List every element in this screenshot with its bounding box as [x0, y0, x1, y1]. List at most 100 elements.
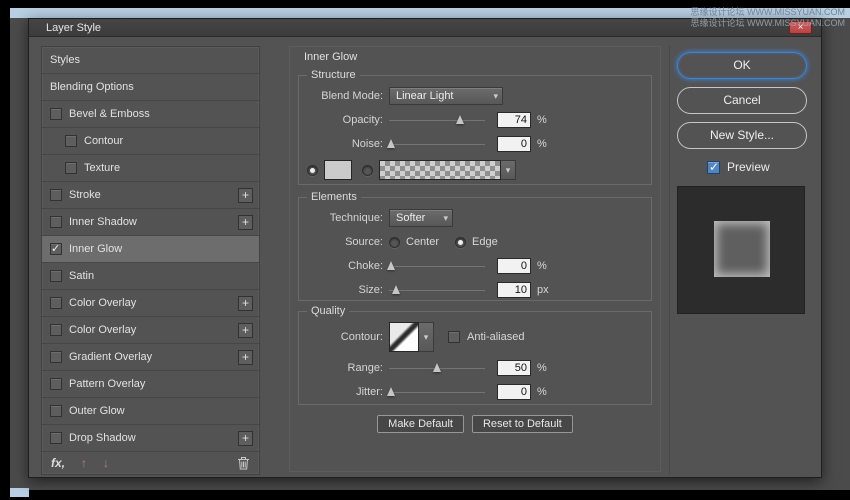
blend-mode-select[interactable]: Linear Light — [389, 87, 503, 105]
jitter-slider[interactable] — [386, 384, 485, 400]
style-list-item[interactable]: Color Overlay + — [42, 317, 259, 344]
style-list-item[interactable]: Inner Shadow + — [42, 209, 259, 236]
style-item-label: Outer Glow — [69, 405, 125, 417]
style-item-label: Inner Glow — [69, 243, 123, 255]
size-slider[interactable] — [389, 282, 485, 298]
style-enable-checkbox[interactable] — [50, 216, 62, 228]
slider-thumb[interactable] — [386, 261, 395, 270]
group-legend: Quality — [307, 305, 350, 317]
range-row: Range: % — [307, 358, 643, 378]
style-list-item[interactable]: Satin — [42, 263, 259, 290]
size-row: Size: px — [307, 280, 643, 300]
action-column: OK Cancel New Style... Preview — [677, 46, 809, 314]
style-enable-checkbox[interactable] — [50, 108, 62, 120]
jitter-row: Jitter: % — [307, 382, 643, 402]
add-effect-button[interactable]: + — [238, 430, 253, 446]
slider-track — [389, 392, 485, 393]
jitter-input[interactable] — [497, 384, 531, 400]
contour-picker[interactable] — [389, 322, 419, 352]
slider-thumb[interactable] — [456, 115, 465, 124]
style-enable-checkbox[interactable] — [50, 189, 62, 201]
style-list-item[interactable]: Styles — [42, 47, 259, 74]
style-enable-checkbox[interactable] — [50, 351, 62, 363]
style-item-label: Drop Shadow — [69, 432, 136, 444]
source-center-radio[interactable] — [389, 236, 400, 248]
style-list-item[interactable]: Gradient Overlay + — [42, 344, 259, 371]
chevron-down-icon[interactable] — [501, 160, 516, 180]
contour-label: Contour: — [340, 331, 383, 343]
style-item-label: Texture — [84, 162, 121, 174]
slider-thumb[interactable] — [386, 387, 395, 396]
noise-input[interactable] — [497, 136, 531, 152]
glow-color-swatch[interactable] — [324, 160, 352, 180]
style-enable-checkbox[interactable] — [50, 242, 62, 255]
range-label: Range: — [347, 362, 383, 374]
size-input[interactable] — [497, 282, 531, 298]
style-list-item[interactable]: Outer Glow — [42, 398, 259, 425]
style-list-item[interactable]: Drop Shadow + — [42, 425, 259, 452]
add-effect-button[interactable]: + — [238, 349, 253, 365]
style-enable-checkbox[interactable] — [50, 297, 62, 309]
style-enable-checkbox[interactable] — [50, 405, 62, 417]
add-effect-button[interactable]: + — [238, 322, 253, 338]
color-radio[interactable] — [307, 164, 318, 176]
opacity-input[interactable] — [497, 112, 531, 128]
style-list-item[interactable]: Pattern Overlay — [42, 371, 259, 398]
reset-default-button[interactable]: Reset to Default — [471, 415, 573, 433]
new-style-button[interactable]: New Style... — [677, 122, 807, 149]
panel-divider — [669, 46, 670, 474]
antialiased-checkbox[interactable] — [448, 331, 460, 343]
noise-slider[interactable] — [386, 136, 485, 152]
size-label: Size: — [358, 284, 383, 296]
cancel-button[interactable]: Cancel — [677, 87, 807, 114]
opacity-slider[interactable] — [389, 112, 485, 128]
style-list-item[interactable]: Stroke + — [42, 182, 259, 209]
choke-input[interactable] — [497, 258, 531, 274]
make-default-button[interactable]: Make Default — [377, 415, 464, 433]
style-list-item[interactable]: Contour — [42, 128, 259, 155]
style-enable-checkbox[interactable] — [50, 378, 62, 390]
choke-label: Choke: — [348, 260, 383, 272]
delete-effect-button[interactable] — [237, 456, 250, 470]
opacity-unit: % — [537, 114, 547, 126]
group-legend: Structure — [307, 69, 360, 81]
range-unit: % — [537, 362, 547, 374]
move-down-icon[interactable]: ↓ — [103, 456, 109, 470]
source-row: Source: Center Edge — [307, 232, 643, 252]
add-effect-button[interactable]: + — [238, 214, 253, 230]
move-up-icon[interactable]: ↑ — [81, 456, 87, 470]
choke-slider[interactable] — [386, 258, 485, 274]
source-edge-radio[interactable] — [455, 236, 467, 248]
chevron-down-icon — [487, 90, 498, 102]
inner-glow-panel: Inner Glow Structure Blend Mode: Linear … — [289, 46, 661, 472]
style-enable-checkbox[interactable] — [65, 135, 77, 147]
style-list-item[interactable]: Texture — [42, 155, 259, 182]
style-enable-checkbox[interactable] — [50, 432, 62, 444]
style-list-item[interactable]: Color Overlay + — [42, 290, 259, 317]
style-enable-checkbox[interactable] — [50, 270, 62, 282]
slider-thumb[interactable] — [433, 363, 441, 372]
range-slider[interactable] — [389, 360, 485, 376]
style-enable-checkbox[interactable] — [50, 324, 62, 336]
add-effect-button[interactable]: + — [238, 295, 253, 311]
style-item-label: Satin — [69, 270, 95, 282]
style-list-item[interactable]: Blending Options — [42, 74, 259, 101]
technique-select[interactable]: Softer — [389, 209, 453, 227]
preview-checkbox[interactable] — [707, 160, 720, 174]
style-list-item[interactable]: Bevel & Emboss — [42, 101, 259, 128]
choke-row: Choke: % — [307, 256, 643, 276]
panel-title: Inner Glow — [304, 51, 358, 63]
range-input[interactable] — [497, 360, 531, 376]
slider-track — [389, 290, 485, 291]
slider-thumb[interactable] — [386, 139, 395, 148]
slider-thumb[interactable] — [391, 285, 400, 294]
chevron-down-icon[interactable] — [419, 322, 434, 352]
add-effect-button[interactable]: + — [238, 187, 253, 203]
style-item-label: Stroke — [69, 189, 101, 201]
gradient-radio[interactable] — [362, 164, 373, 176]
style-list-item[interactable]: Inner Glow — [42, 236, 259, 263]
source-edge-label: Edge — [472, 236, 498, 248]
gradient-preview[interactable] — [379, 160, 501, 180]
style-enable-checkbox[interactable] — [65, 162, 77, 174]
ok-button[interactable]: OK — [677, 52, 807, 79]
